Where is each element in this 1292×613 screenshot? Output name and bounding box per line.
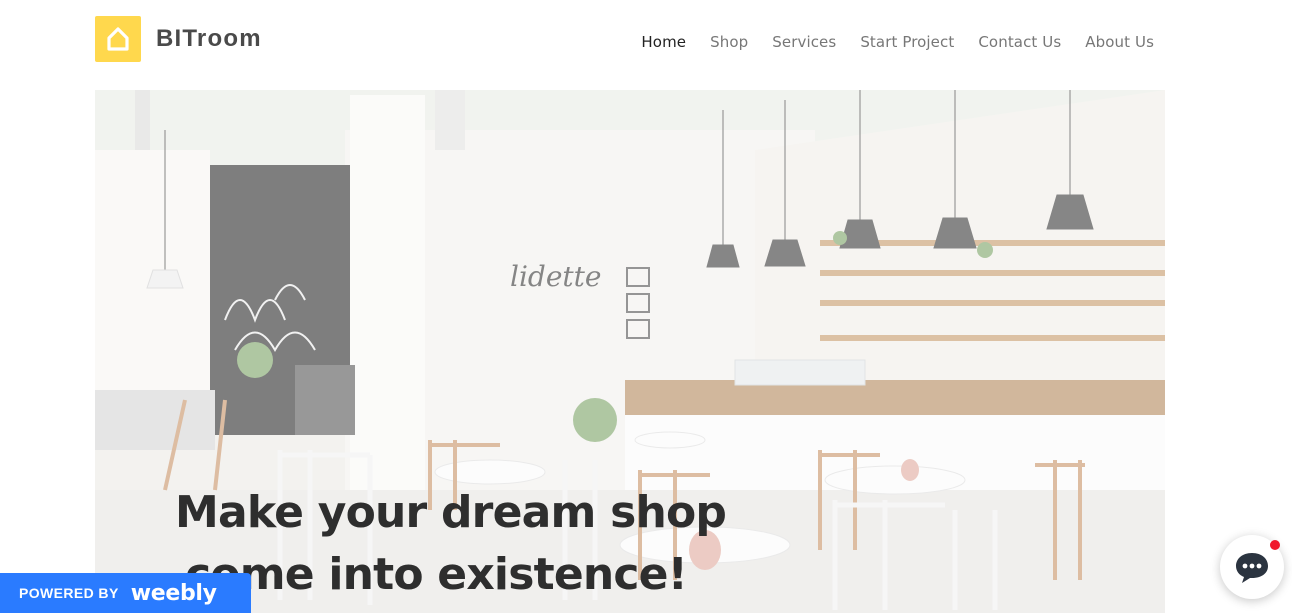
nav-about-us[interactable]: About Us <box>1085 33 1154 51</box>
weebly-logo-text: weebly <box>130 580 217 606</box>
hero-headline: Make your dream shop come into existence… <box>175 482 727 606</box>
nav-shop[interactable]: Shop <box>710 33 748 51</box>
powered-by-weebly-badge[interactable]: POWERED BY weebly <box>0 573 251 613</box>
site-logo-text[interactable]: BITroom <box>156 25 262 53</box>
hero-headline-line2: come into existence! <box>185 549 688 600</box>
hero-banner: lidette Make your dream shop come into e… <box>95 90 1165 613</box>
site-header: BITroom Home Shop Services Start Project… <box>0 0 1292 90</box>
powered-by-label: POWERED BY <box>19 585 119 601</box>
nav-contact-us[interactable]: Contact Us <box>978 33 1061 51</box>
chat-widget-button[interactable] <box>1220 535 1284 599</box>
nav-start-project[interactable]: Start Project <box>860 33 954 51</box>
chat-bubble-icon <box>1236 553 1268 583</box>
hero-headline-line1: Make your dream shop <box>175 487 727 538</box>
chat-notification-dot <box>1270 540 1280 550</box>
nav-services[interactable]: Services <box>772 33 836 51</box>
nav-home[interactable]: Home <box>641 33 686 51</box>
logo-icon[interactable] <box>95 16 141 62</box>
main-nav: Home Shop Services Start Project Contact… <box>641 33 1154 51</box>
